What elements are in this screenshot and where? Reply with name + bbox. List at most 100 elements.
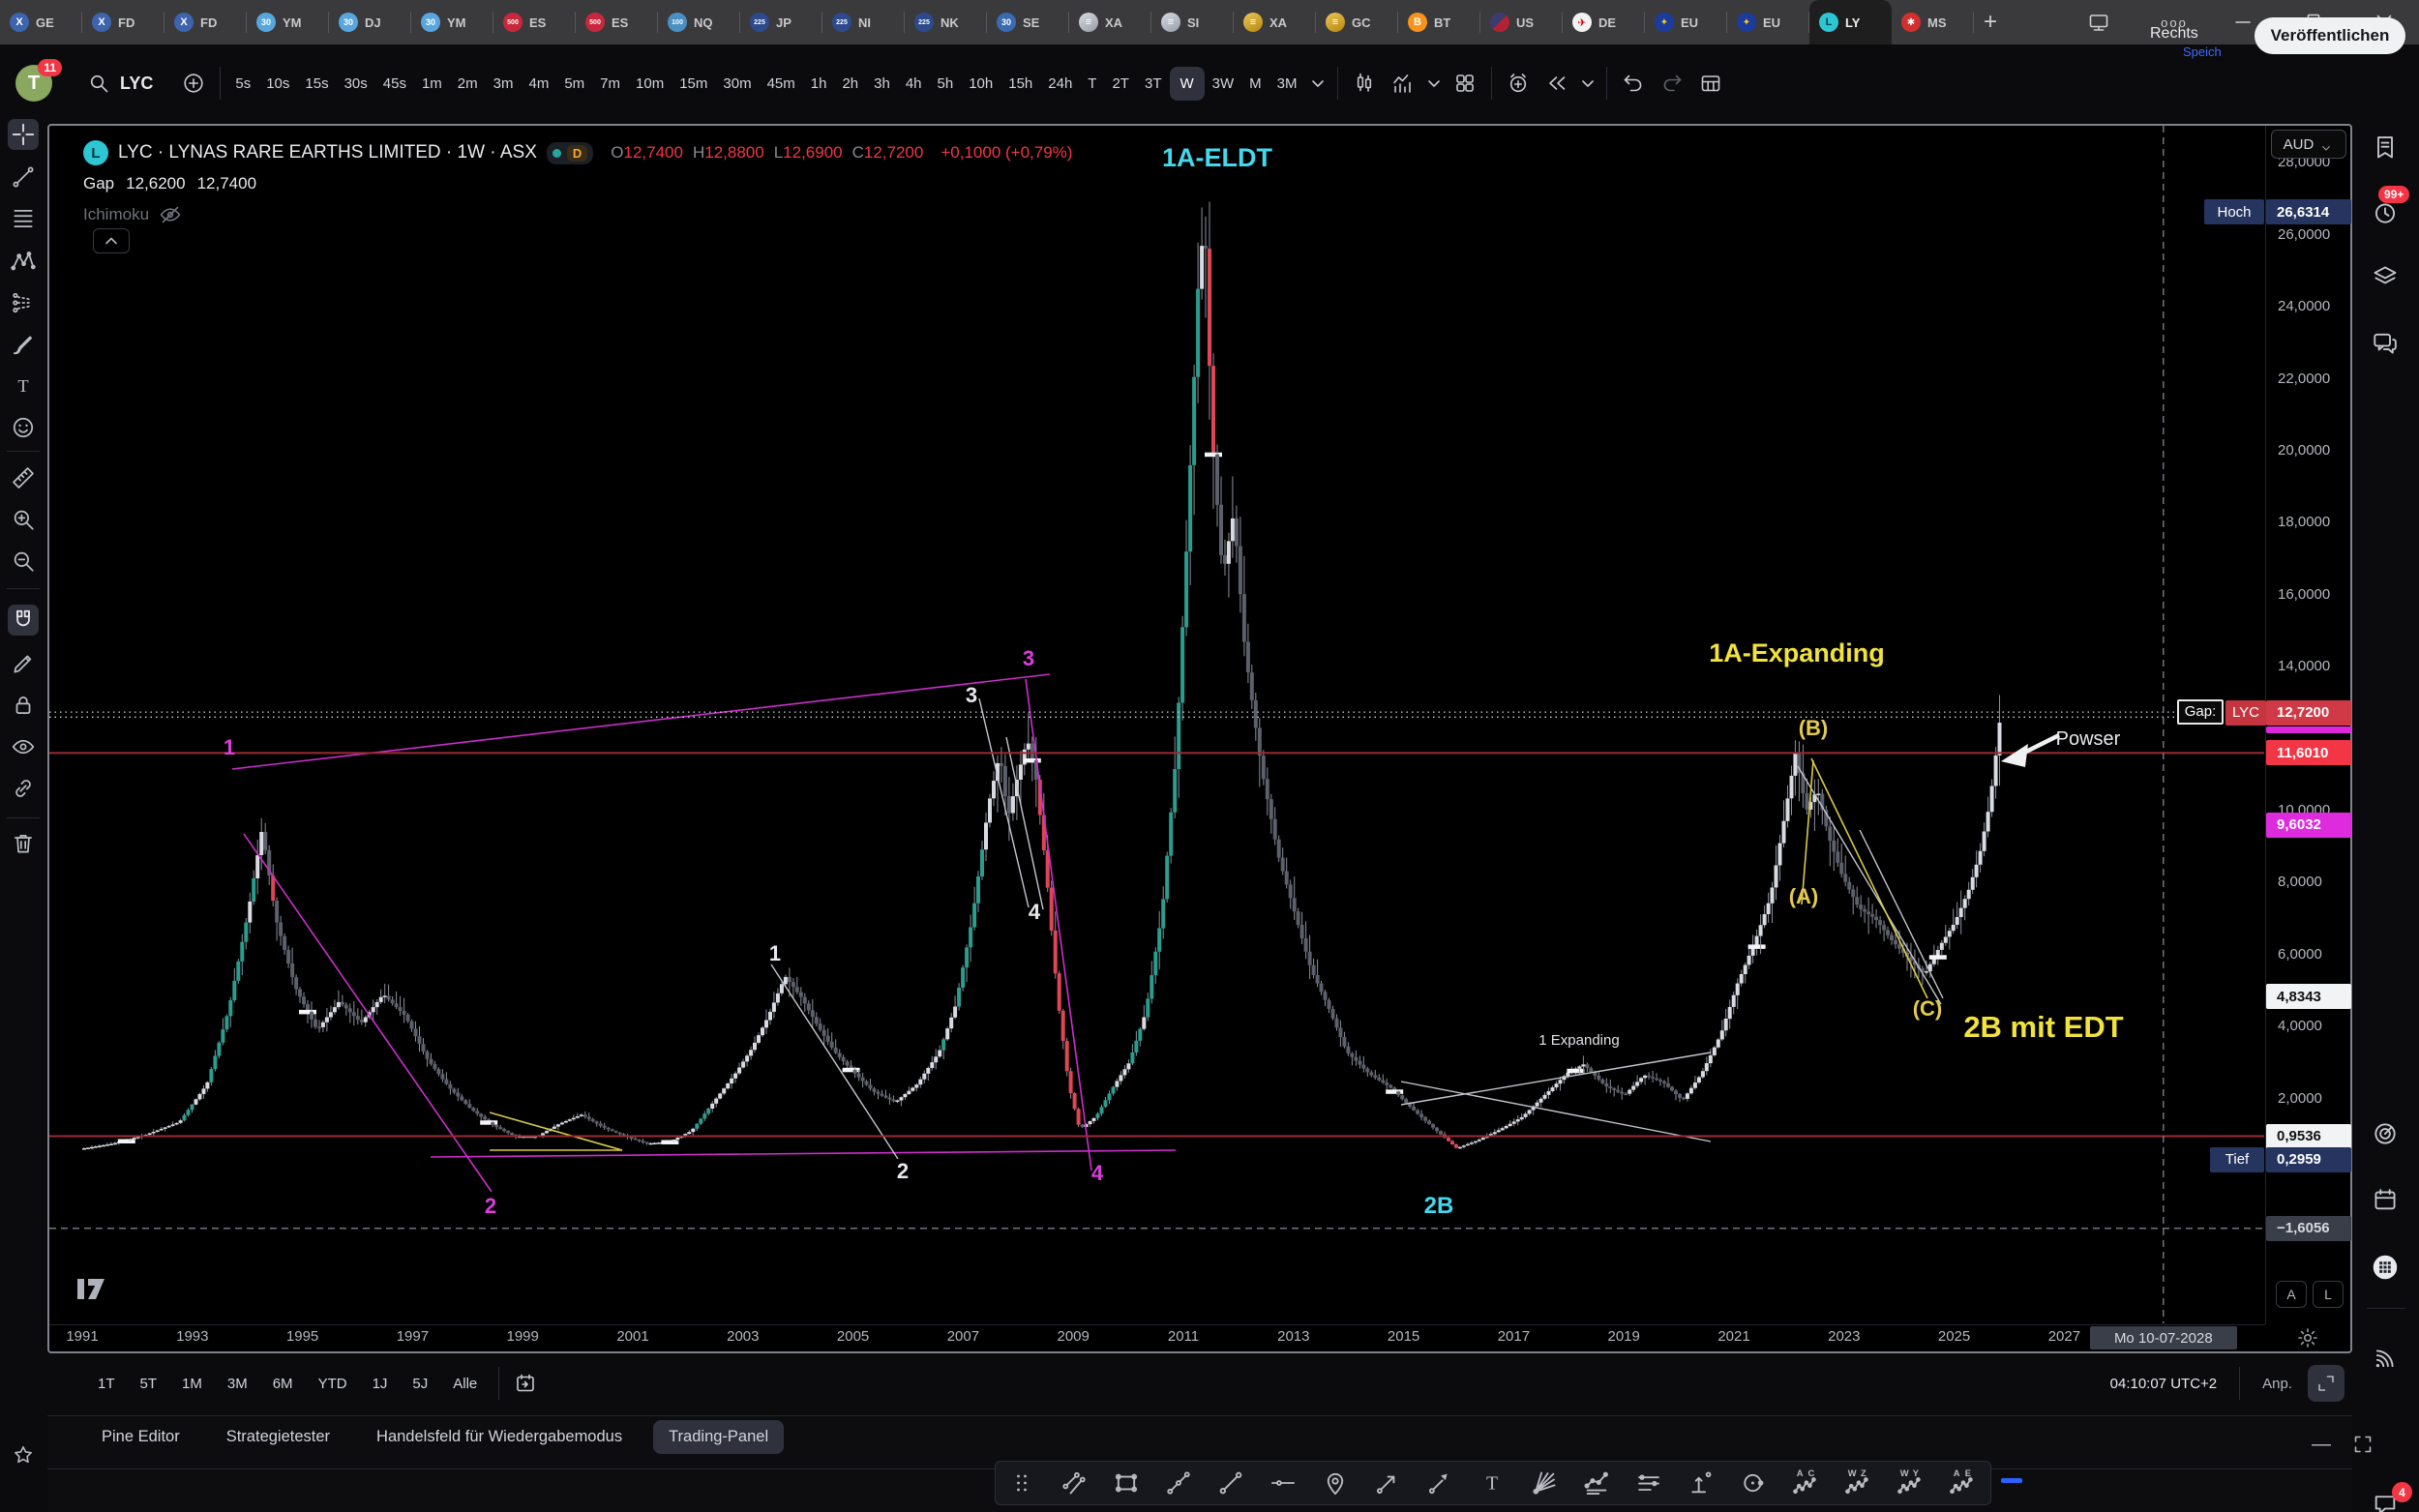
sidebar-layers-icon[interactable] [2371,262,2400,291]
timeframe-3W[interactable]: 3W [1205,68,1242,100]
browser-tab-es-6[interactable]: 500ES [493,0,576,44]
timeframe-5h[interactable]: 5h [930,68,962,100]
timeframe-2T[interactable]: 2T [1104,68,1137,100]
timeframe-10m[interactable]: 10m [628,68,672,100]
timeframe-chevron-icon[interactable] [1305,64,1330,103]
tool-star-icon[interactable] [8,1439,39,1470]
timeframe-1h[interactable]: 1h [803,68,835,100]
clock-text[interactable]: 04:10:07 UTC+2 [2110,1376,2218,1392]
timeframe-T[interactable]: T [1080,68,1104,100]
draw-wave-wy-icon[interactable]: WY [1884,1462,1936,1504]
browser-tab-xa-13[interactable]: ≡XA [1069,0,1151,44]
draw-wave-ae-icon[interactable]: AE [1936,1462,1988,1504]
draw-trendpair-icon[interactable] [1048,1462,1100,1504]
timeframe-7m[interactable]: 7m [592,68,628,100]
draw-parallel-icon[interactable] [1623,1462,1675,1504]
tool-zoomout-icon[interactable] [8,546,39,577]
undo-icon[interactable] [1614,64,1653,103]
tool-edit-icon[interactable] [8,648,39,679]
data-mode-pill[interactable]: D [547,142,593,164]
publish-button[interactable]: Veröffentlichen [2255,17,2405,54]
browser-tab-gc-16[interactable]: ≡GC [1316,0,1398,44]
range-1M[interactable]: 1M [182,1376,202,1392]
draw-circtool-icon[interactable] [1727,1462,1779,1504]
auto-scale-button[interactable]: A [2276,1281,2307,1308]
panel-tab-pine-editor[interactable]: Pine Editor [102,1428,180,1446]
timeframe-M[interactable]: M [1241,68,1269,100]
timeframe-3h[interactable]: 3h [866,68,898,100]
tool-text-icon[interactable]: T [8,371,39,401]
draw-vertline-icon[interactable] [1675,1462,1727,1504]
range-1J[interactable]: 1J [373,1376,388,1392]
browser-tab-fd-2[interactable]: XFD [164,0,247,44]
replay-icon[interactable] [1538,64,1576,103]
timeframe-1m[interactable]: 1m [414,68,450,100]
eye-off-icon[interactable] [159,203,182,226]
timeframe-10s[interactable]: 10s [258,68,297,100]
range-6M[interactable]: 6M [273,1376,293,1392]
indicator-ichimoku-name[interactable]: Ichimoku [83,205,149,224]
save-hint-link[interactable]: Speich [2183,44,2222,59]
chart-style-icon[interactable] [1345,64,1384,103]
timeframe-5s[interactable]: 5s [227,68,258,100]
browser-tab-xa-15[interactable]: ≡XA [1234,0,1316,44]
browser-tab-ly-22[interactable]: LLY [1809,0,1892,44]
tool-lock-icon[interactable] [8,690,39,721]
draw-trendpt-icon[interactable] [1152,1462,1205,1504]
timeframe-10h[interactable]: 10h [961,68,1000,100]
tool-fib-icon[interactable] [8,203,39,234]
draw-drag-icon[interactable] [996,1462,1048,1504]
draw-wave-ac-icon[interactable]: AC [1779,1462,1832,1504]
browser-tab-nk-11[interactable]: 225NK [905,0,987,44]
symbol-title[interactable]: LYC · LYNAS RARE EARTHS LIMITED · 1W · A… [118,142,537,163]
redo-icon[interactable] [1653,64,1691,103]
draw-trend-icon[interactable] [1205,1462,1257,1504]
timeframe-3m[interactable]: 3m [486,68,522,100]
sidebar-chat-icon[interactable] [2371,328,2400,357]
axis-settings-gear-icon[interactable] [2295,1326,2320,1349]
tool-trash-icon[interactable] [8,828,39,859]
tool-emoji-icon[interactable] [8,412,39,443]
browser-tab-eu-20[interactable]: ✦EU [1645,0,1727,44]
timeframe-3T[interactable]: 3T [1137,68,1170,100]
sidebar-apps-icon[interactable] [2371,1253,2400,1282]
indicators-chevron-icon[interactable] [1422,64,1446,103]
tool-crosshair-icon[interactable] [8,119,39,150]
timeframe-45s[interactable]: 45s [375,68,414,100]
resize-indicator[interactable] [2001,1478,2022,1483]
tool-forecast-icon[interactable] [8,287,39,318]
browser-tab-de-19[interactable]: ✈DE [1563,0,1645,44]
browser-tab-bt-17[interactable]: BBT [1398,0,1480,44]
timeframe-15h[interactable]: 15h [1000,68,1040,100]
range-1T[interactable]: 1T [98,1376,115,1392]
layout-table-icon[interactable] [1691,64,1730,103]
draw-pin-icon[interactable] [1309,1462,1361,1504]
range-YTD[interactable]: YTD [318,1376,347,1392]
range-5J[interactable]: 5J [412,1376,428,1392]
browser-tab-nq-8[interactable]: 100NQ [658,0,740,44]
timeframe-3M[interactable]: 3M [1269,68,1305,100]
browser-tab-jp-9[interactable]: 225JP [740,0,822,44]
alert-plus-icon[interactable] [1499,64,1538,103]
sidebar-broadcast-icon[interactable] [2371,1344,2400,1373]
panel-tab-trading-panel[interactable]: Trading-Panel [653,1420,784,1454]
timeframe-30s[interactable]: 30s [337,68,375,100]
sidebar-watchlist-icon[interactable] [2371,133,2400,162]
draw-arrowtool-icon[interactable] [1361,1462,1414,1504]
panel-tab-strategietester[interactable]: Strategietester [226,1428,330,1446]
draw-text-icon[interactable]: T [1466,1462,1518,1504]
tool-zoomin-icon[interactable] [8,504,39,535]
timeframe-2h[interactable]: 2h [834,68,866,100]
timeframe-4h[interactable]: 4h [898,68,930,100]
tool-xabcd-icon[interactable] [8,246,39,277]
timeframe-30m[interactable]: 30m [715,68,759,100]
goto-date-icon[interactable] [506,1364,545,1403]
browser-tab-ym-5[interactable]: 30YM [411,0,493,44]
browser-tab-ni-10[interactable]: 225NI [822,0,905,44]
browser-tab-se-12[interactable]: 30SE [987,0,1069,44]
user-avatar[interactable]: T 11 [15,65,52,102]
cast-icon[interactable] [2076,0,2121,44]
new-tab-button[interactable]: + [1968,0,2013,44]
maximize-pane-icon[interactable] [2308,1365,2344,1402]
browser-tab-us-18[interactable]: US [1480,0,1563,44]
